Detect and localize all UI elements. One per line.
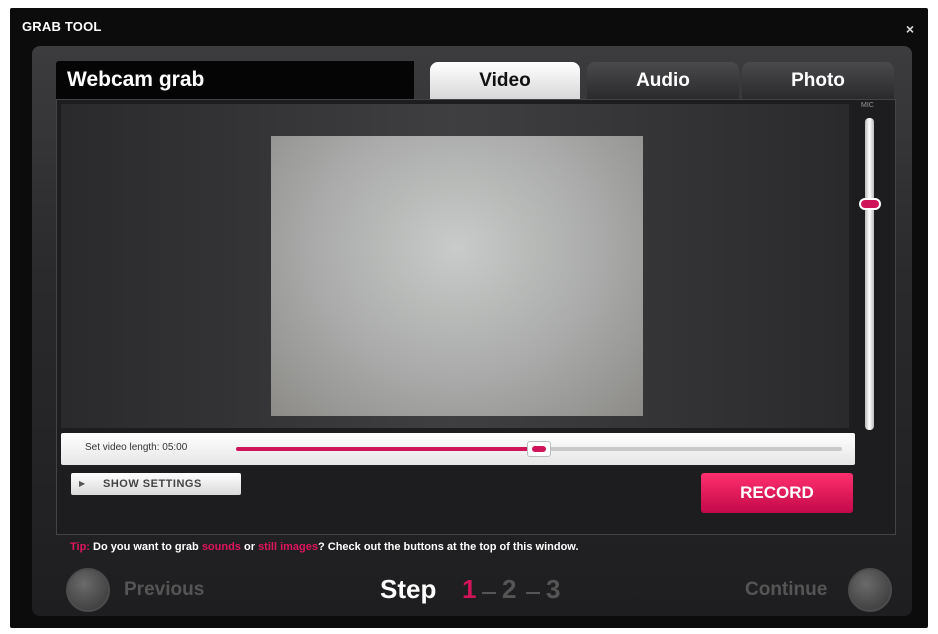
step-3: 3 <box>546 574 561 604</box>
tab-photo[interactable]: Photo <box>742 62 894 99</box>
mic-slider-label: MIC <box>861 102 874 109</box>
tip-text: Tip: Do you want to grab sounds or still… <box>70 541 579 553</box>
tip-text-1: Do you want to grab <box>89 541 202 553</box>
video-length-handle[interactable] <box>527 441 551 457</box>
show-settings-label: SHOW SETTINGS <box>103 478 202 490</box>
mic-level-handle[interactable] <box>859 198 881 210</box>
tip-text-3: ? Check out the buttons at the top of th… <box>317 541 579 553</box>
video-length-fill <box>236 447 539 451</box>
continue-button-icon[interactable] <box>848 568 892 612</box>
video-area <box>61 104 849 428</box>
grab-tool-window: GRAB TOOL × Webcam grab Video Audio Phot… <box>10 8 928 628</box>
video-content: MIC Set video length: 05:00 ▶ SHOW SETTI… <box>56 99 896 535</box>
play-arrow-icon: ▶ <box>79 479 86 488</box>
window-title: GRAB TOOL <box>22 19 102 34</box>
step-2: 2 <box>502 574 517 604</box>
show-settings-button[interactable]: ▶ SHOW SETTINGS <box>71 473 241 495</box>
video-length-label: Set video length: 05:00 <box>85 442 188 453</box>
step-separator <box>526 592 540 594</box>
tip-prefix: Tip: <box>70 541 90 553</box>
previous-button-icon[interactable] <box>66 568 110 612</box>
previous-button[interactable]: Previous <box>124 579 204 601</box>
step-separator <box>482 592 496 594</box>
record-button[interactable]: RECORD <box>701 473 853 513</box>
step-label: Step <box>380 574 437 604</box>
close-icon[interactable]: × <box>906 21 914 37</box>
page-title: Webcam grab <box>56 61 414 99</box>
tip-link-still-images[interactable]: still images <box>258 541 318 553</box>
step-1: 1 <box>462 574 477 604</box>
tab-video[interactable]: Video <box>430 62 580 99</box>
tip-text-2: or <box>240 541 259 553</box>
continue-button[interactable]: Continue <box>745 579 827 601</box>
mic-level-slider[interactable] <box>865 118 874 430</box>
main-panel: Webcam grab Video Audio Photo MIC Set vi… <box>32 46 912 616</box>
tip-link-sounds[interactable]: sounds <box>202 541 241 553</box>
tab-audio[interactable]: Audio <box>587 62 739 99</box>
video-length-slider[interactable] <box>236 441 842 457</box>
webcam-preview <box>271 136 643 416</box>
video-length-bar: Set video length: 05:00 <box>61 433 855 465</box>
